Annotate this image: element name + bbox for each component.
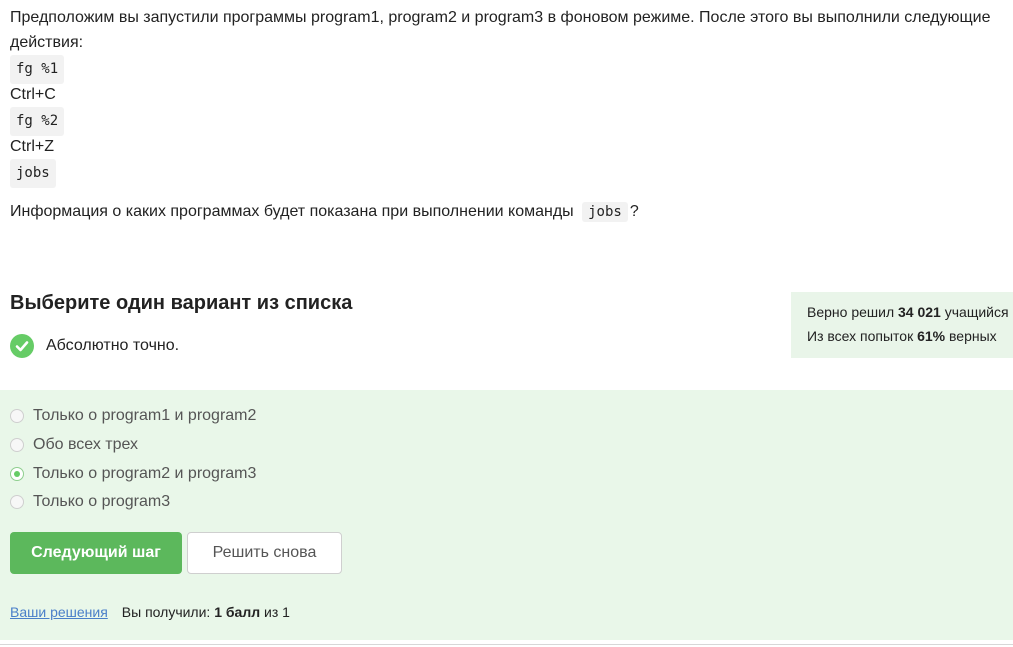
option-1[interactable]: Только о program1 и program2 [10,407,256,425]
stats-label: верных [949,328,997,344]
your-solutions-link[interactable]: Ваши решения [10,604,108,620]
option-label: Только о program1 и program2 [33,407,257,424]
radio-button-selected[interactable] [10,467,24,481]
ask-mark: ? [629,203,639,220]
stats-label: Из всех попыток [807,328,914,344]
option-label: Только о program3 [33,493,171,510]
stats-line-attempts: Из всех попыток 61% верных [807,324,1013,348]
step-row: Ctrl+Z [10,138,54,155]
code-snippet: fg %1 [10,55,65,84]
step-row: Ctrl+C [10,86,56,103]
step-row: fg %2 [10,107,1010,136]
result-message: Абсолютно точно. [10,334,179,358]
option-label: Только о program2 и program3 [33,465,257,482]
stats-value: 34 021 [898,304,941,320]
options-panel [0,390,1013,640]
step-row: fg %1 [10,55,1010,84]
retry-button[interactable]: Решить снова [187,532,342,574]
score-label: Вы получили: [121,604,211,620]
option-2[interactable]: Обо всех трех [10,436,138,454]
radio-button[interactable] [10,495,24,509]
stats-value: 61% [917,328,946,344]
check-icon [10,334,34,358]
code-snippet: fg %2 [10,107,65,136]
section-title: Выберите один вариант из списка [10,292,353,314]
radio-button[interactable] [10,409,24,423]
question-intro: Предположим вы запустили программы progr… [10,9,991,51]
divider [0,644,1013,645]
score-suffix: из 1 [264,604,290,620]
question-text: Предположим вы запустили программы progr… [10,5,1010,188]
stats-line-solved: Верно решил 34 021 учащийся [807,300,1013,324]
step-row: jobs [10,159,1010,188]
stats-label: Верно решил [807,304,895,320]
footer: Ваши решения Вы получили: 1 балл из 1 [10,604,290,620]
option-label: Обо всех трех [33,436,139,453]
ask-text: Информация о каких программах будет пока… [10,203,574,220]
code-snippet: jobs [582,202,628,222]
stats-panel: Верно решил 34 021 учащийся Из всех попы… [791,292,1013,358]
radio-button[interactable] [10,438,24,452]
option-4[interactable]: Только о program3 [10,493,170,511]
score-value: 1 балл [214,604,261,620]
next-step-button[interactable]: Следующий шаг [10,532,182,574]
stats-label: учащийся [944,304,1009,320]
result-text: Абсолютно точно. [46,337,180,354]
question-ask: Информация о каких программах будет пока… [10,199,639,225]
option-3[interactable]: Только о program2 и program3 [10,465,256,483]
code-snippet: jobs [10,159,56,188]
